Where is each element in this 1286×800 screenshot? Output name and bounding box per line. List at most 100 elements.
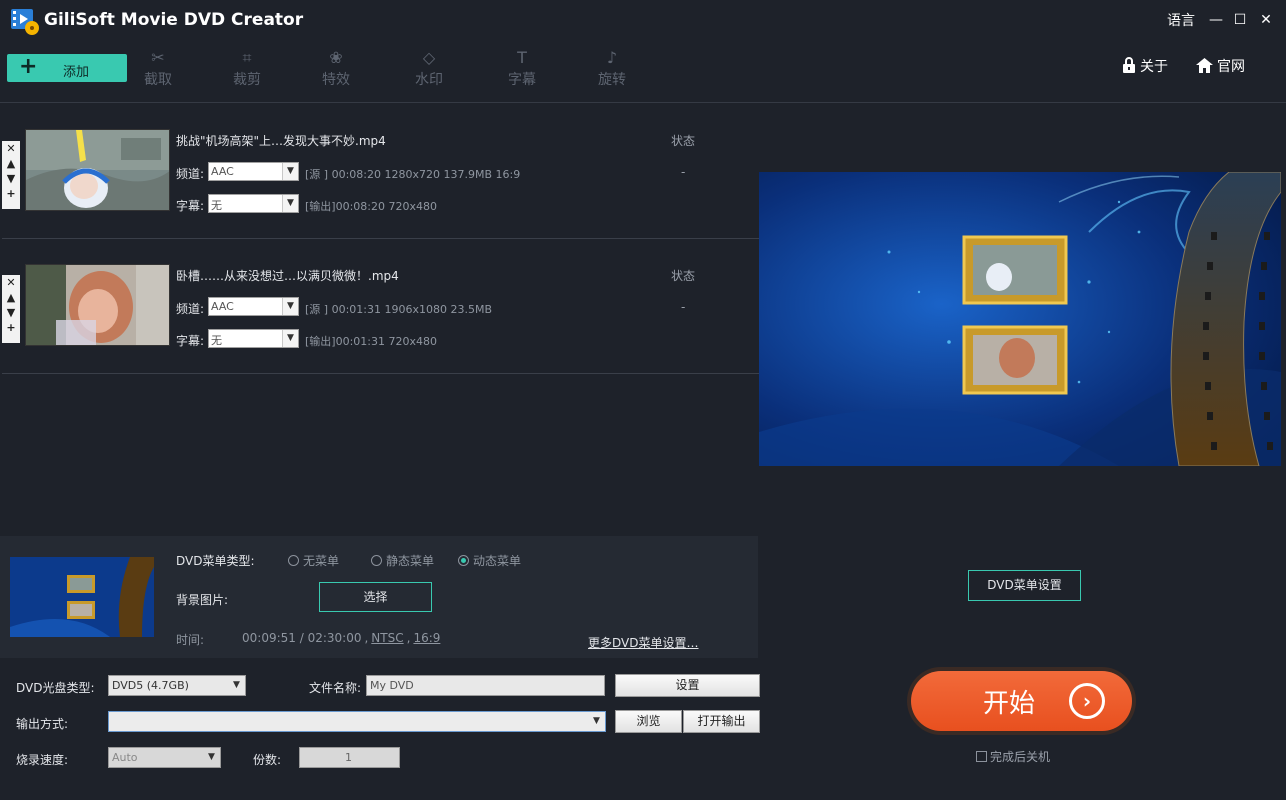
tool-subtitle[interactable]: T 字幕	[492, 48, 552, 89]
subtitle-select-value: 无	[211, 199, 222, 212]
separator: ,	[364, 631, 369, 645]
output-info: [输出]00:01:31 720x480	[305, 335, 437, 348]
tool-subtitle-label: 字幕	[508, 72, 536, 88]
burn-speed-value: Auto	[112, 751, 138, 764]
video-thumbnail[interactable]	[25, 264, 170, 346]
choose-background-button[interactable]: 选择	[319, 582, 432, 612]
radio-dynamic-menu-label: 动态菜单	[473, 554, 522, 568]
chevron-down-icon: ▼	[282, 330, 298, 347]
tool-rotate[interactable]: ♪ 旋转	[582, 48, 642, 89]
dvd-menu-settings-button[interactable]: DVD菜单设置	[968, 570, 1081, 601]
disc-type-value: DVD5 (4.7GB)	[112, 679, 189, 692]
status-value: -	[681, 300, 686, 314]
subtitle-select[interactable]: 无 ▼	[208, 329, 299, 348]
source-info: [源 ] 00:08:20 1280x720 137.9MB 16:9	[305, 168, 521, 181]
move-down-icon[interactable]: ▼	[2, 171, 20, 186]
add-icon[interactable]: +	[2, 186, 20, 201]
open-output-button[interactable]: 打开输出	[683, 710, 760, 733]
filename-input[interactable]: My DVD	[366, 675, 605, 696]
background-label: 背景图片:	[176, 593, 229, 607]
time-label: 时间:	[176, 633, 205, 647]
radio-dynamic-menu[interactable]: 动态菜单	[458, 552, 521, 569]
file-name: 挑战"机场高架"上…发现大事不妙.mp4	[176, 134, 386, 148]
filename-label: 文件名称:	[309, 681, 362, 695]
title-bar: GiliSoft Movie DVD Creator 语言 — ☐ ✕	[0, 0, 1286, 44]
output-mode-select[interactable]: ▼	[108, 711, 606, 732]
status-value: -	[681, 165, 686, 179]
menu-template-thumbnail[interactable]	[10, 557, 154, 637]
maximize-button[interactable]: ☐	[1232, 12, 1248, 28]
status-label: 状态	[671, 269, 696, 283]
output-mode-label: 输出方式:	[16, 717, 69, 731]
item-divider	[2, 238, 759, 239]
radio-static-menu[interactable]: 静态菜单	[371, 552, 434, 569]
website-label: 官网	[1217, 59, 1245, 75]
home-icon	[1196, 58, 1213, 73]
remove-icon[interactable]: ✕	[2, 275, 20, 290]
radio-no-menu-label: 无菜单	[303, 554, 340, 568]
ntsc-link[interactable]: NTSC	[371, 631, 403, 645]
tool-watermark-label: 水印	[415, 72, 443, 88]
minimize-button[interactable]: —	[1208, 12, 1224, 28]
start-button[interactable]: 开始 ›	[907, 667, 1136, 735]
move-down-icon[interactable]: ▼	[2, 305, 20, 320]
output-info: [输出]00:08:20 720x480	[305, 200, 437, 213]
aspect-ratio-link[interactable]: 16:9	[413, 631, 440, 645]
crop-icon: ⌗	[242, 48, 252, 67]
tool-watermark[interactable]: ◇ 水印	[399, 48, 459, 89]
browse-button[interactable]: 浏览	[615, 710, 682, 733]
filename-value: My DVD	[370, 679, 414, 692]
checkbox-icon	[976, 751, 987, 762]
audio-select[interactable]: AAC ▼	[208, 297, 299, 316]
plus-icon: +	[19, 54, 38, 79]
subtitle-label: 字幕:	[176, 334, 205, 348]
scissors-icon: ✂	[151, 48, 165, 67]
tool-trim[interactable]: ✂ 截取	[128, 48, 188, 89]
radio-selected-icon	[458, 555, 469, 566]
time-value-row: 00:09:51 / 02:30:00, NTSC, 16:9	[242, 631, 440, 645]
app-logo-icon	[11, 9, 39, 35]
website-link[interactable]: 官网	[1196, 56, 1245, 76]
lock-icon	[1123, 57, 1135, 73]
copies-input[interactable]: 1	[299, 747, 400, 768]
disc-type-select[interactable]: DVD5 (4.7GB) ▼	[108, 675, 246, 696]
burn-speed-select[interactable]: Auto ▼	[108, 747, 221, 768]
settings-button[interactable]: 设置	[615, 674, 760, 697]
app-title: GiliSoft Movie DVD Creator	[44, 10, 304, 30]
close-button[interactable]: ✕	[1258, 12, 1274, 28]
dvd-menu-panel: DVD菜单类型: 无菜单 静态菜单 动态菜单 背景图片: 选择 时间: 00:0…	[0, 536, 758, 658]
watermark-icon: ◇	[422, 48, 436, 67]
chevron-down-icon: ▼	[233, 680, 240, 690]
tool-effects-label: 特效	[322, 72, 350, 88]
start-label: 开始	[983, 689, 1036, 719]
chevron-down-icon: ▼	[208, 752, 215, 762]
move-up-icon[interactable]: ▲	[2, 156, 20, 171]
about-link[interactable]: 关于	[1122, 56, 1168, 76]
tool-rotate-label: 旋转	[598, 72, 626, 88]
tool-crop[interactable]: ⌗ 裁剪	[217, 48, 277, 89]
time-value: 00:09:51 / 02:30:00	[242, 631, 362, 645]
tool-effects[interactable]: ❀ 特效	[306, 48, 366, 89]
video-thumbnail[interactable]	[25, 129, 170, 211]
add-icon[interactable]: +	[2, 320, 20, 335]
move-up-icon[interactable]: ▲	[2, 290, 20, 305]
language-menu[interactable]: 语言	[1167, 10, 1195, 30]
audio-select-value: AAC	[211, 165, 234, 178]
add-button-label: 添加	[63, 65, 90, 80]
disc-type-label: DVD光盘类型:	[16, 681, 95, 695]
subtitle-icon: T	[517, 48, 527, 67]
shutdown-checkbox[interactable]: 完成后关机	[976, 748, 1050, 765]
status-label: 状态	[671, 134, 696, 148]
remove-icon[interactable]: ✕	[2, 141, 20, 156]
item-controls: ✕ ▲ ▼ +	[2, 275, 20, 343]
toolbar-divider	[0, 102, 1286, 103]
tool-crop-label: 裁剪	[233, 72, 261, 88]
radio-no-menu[interactable]: 无菜单	[288, 552, 339, 569]
chevron-down-icon: ▼	[282, 195, 298, 212]
burn-speed-label: 烧录速度:	[16, 753, 69, 767]
more-menu-settings-link[interactable]: 更多DVD菜单设置…	[588, 634, 698, 651]
add-button[interactable]: + 添加	[7, 54, 127, 82]
radio-static-menu-label: 静态菜单	[386, 554, 435, 568]
subtitle-select[interactable]: 无 ▼	[208, 194, 299, 213]
audio-select[interactable]: AAC ▼	[208, 162, 299, 181]
